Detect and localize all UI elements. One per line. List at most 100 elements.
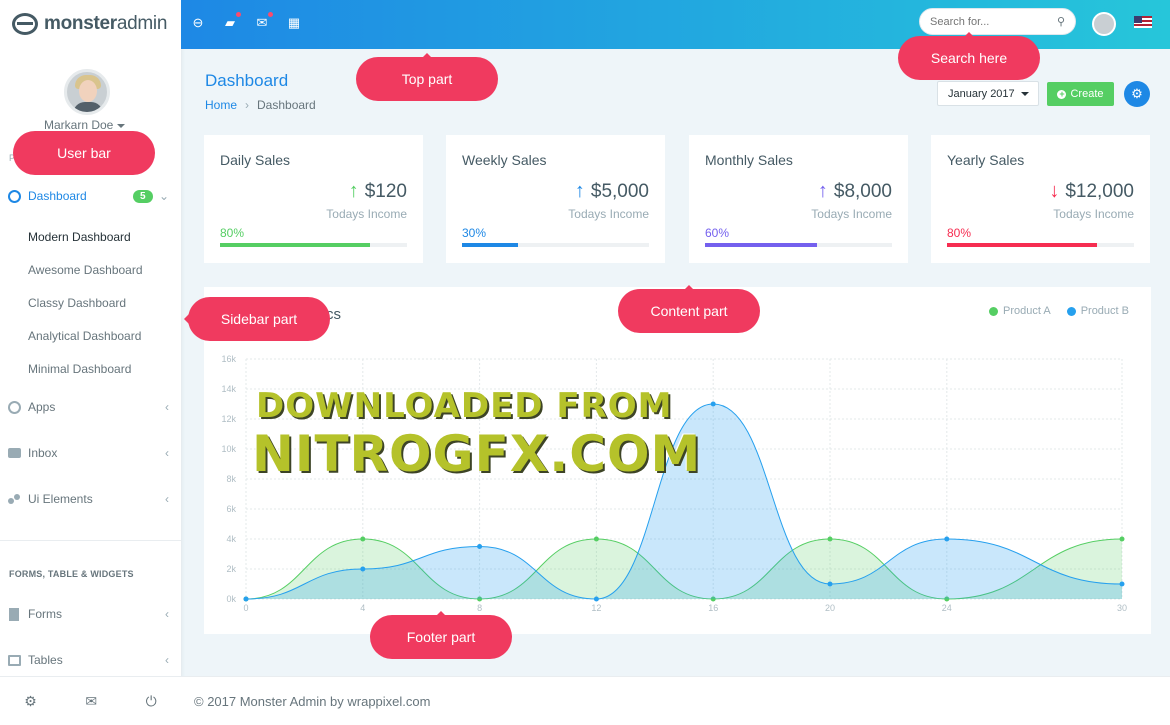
brand-name-light: admin [116,13,168,34]
chevron-left-icon: ‹ [165,400,169,414]
page-title: Dashboard [205,71,289,90]
y-tick-label: 16k [221,354,236,364]
legend-item-product-b: Product B [1066,305,1129,317]
settings-icon[interactable]: ⚙ [24,693,37,710]
stat-card-yearly: Yearly Sales ↓ $12,000 Todays Income 80% [931,135,1150,263]
y-tick-label: 10k [221,444,236,454]
arrow-up-icon: ↑ [348,180,359,202]
power-icon[interactable]: ⏻ [146,693,157,710]
x-tick-label: 24 [942,603,952,613]
card-subtitle: Todays Income [568,207,649,221]
forms-icon [9,607,19,621]
chevron-right-icon: › [245,98,250,112]
y-tick-label: 8k [226,474,236,484]
sidebar-item-tables[interactable]: Tables ‹ [8,653,173,667]
sidebar-item-label: Apps [28,400,56,414]
chevron-left-icon: ‹ [165,653,169,667]
callout-sidebar-part: Sidebar part [184,297,330,341]
footer: © 2017 Monster Admin by wrappixel.com [181,676,1170,725]
data-point [477,544,483,549]
mail-icon[interactable]: ✉ [85,693,97,710]
divider [0,540,181,541]
ui-elements-icon [8,493,21,506]
chevron-down-icon [1020,91,1029,96]
card-title: Monthly Sales [705,152,793,168]
month-select[interactable]: January 2017 [937,81,1039,106]
progress-bar [947,243,1134,247]
data-point [360,566,366,572]
sidebar-item-inbox[interactable]: Inbox ‹ [8,446,173,460]
card-amount: $12,000 [1065,180,1134,202]
avatar[interactable] [64,69,110,115]
sidebar: monsteradmin Markarn Doe P Dashboard 5 ⌄… [0,0,181,725]
logo-icon [12,13,38,35]
nav-section-label: FORMS, TABLE & WIDGETS [9,569,134,579]
sidebar-item-label: Inbox [28,446,58,460]
breadcrumb-home[interactable]: Home [205,98,237,112]
legend-item-product-a: Product A [988,305,1051,317]
arrow-up-icon: ↑ [574,180,585,202]
data-point [593,536,599,542]
x-tick-label: 16 [708,603,718,613]
data-point [593,596,599,602]
chevron-left-icon: ‹ [165,492,169,506]
card-percent: 30% [462,226,487,240]
message-icon[interactable]: ▰ [222,12,241,31]
card-amount: $120 [364,180,407,202]
card-subtitle: Todays Income [326,207,407,221]
sidebar-item-forms[interactable]: Forms ‹ [8,607,173,621]
card-percent: 60% [705,226,730,240]
grid-icon[interactable]: ▦ [286,15,302,31]
card-amount: $5,000 [590,180,649,202]
x-tick-label: 8 [477,603,482,613]
chevron-down-icon [117,123,126,128]
create-button[interactable]: + Create [1047,82,1114,106]
sidebar-subitem-modern-dashboard[interactable]: Modern Dashboard [28,230,131,244]
sidebar-subitem-minimal-dashboard[interactable]: Minimal Dashboard [28,362,131,376]
y-tick-label: 4k [226,534,236,544]
y-tick-label: 14k [221,384,236,394]
user-name: Markarn Doe [44,118,114,132]
mail-icon[interactable]: ✉ [254,12,273,31]
x-tick-label: 0 [243,603,248,613]
y-tick-label: 2k [226,564,236,574]
search-icon[interactable]: ⚲ [1057,15,1065,28]
plus-icon: + [1057,88,1067,99]
search-input[interactable] [930,15,1040,28]
logo[interactable]: monsteradmin [0,0,181,48]
settings-button[interactable]: ⚙ [1124,81,1150,107]
sidebar-item-label: Tables [28,653,63,667]
callout-content-part: Content part [618,285,760,333]
chevron-down-icon: ⌄ [158,189,169,203]
data-point [243,596,249,602]
sidebar-subitem-analytical-dashboard[interactable]: Analytical Dashboard [28,329,141,343]
breadcrumb: Home › Dashboard [205,98,316,112]
sidebar-item-label: Dashboard [28,189,87,203]
sidebar-item-ui-elements[interactable]: Ui Elements ‹ [8,492,173,506]
sidebar-subitem-classy-dashboard[interactable]: Classy Dashboard [28,296,126,310]
toggle-sidebar-icon[interactable]: ⊖ [190,15,206,31]
sidebar-subitem-awesome-dashboard[interactable]: Awesome Dashboard [28,263,143,277]
card-subtitle: Todays Income [1053,207,1134,221]
sidebar-item-label: Ui Elements [28,492,93,506]
user-menu[interactable]: Markarn Doe [44,118,126,132]
sidebar-item-apps[interactable]: Apps ‹ [8,400,173,414]
search-box: ⚲ [919,8,1076,35]
gauge-icon [8,189,21,203]
callout-search-here: Search here [898,32,1040,80]
stat-card-weekly: Weekly Sales ↑ $5,000 Todays Income 30% [446,135,665,263]
stat-card-daily: Daily Sales ↑ $120 Todays Income 80% [204,135,423,263]
x-tick-label: 20 [825,603,835,613]
us-flag-icon[interactable] [1134,16,1152,28]
chevron-left-icon: ‹ [165,607,169,621]
data-point [360,536,366,542]
card-title: Yearly Sales [947,152,1025,168]
brand-name-bold: monster [44,13,117,34]
breadcrumb-current: Dashboard [257,98,316,112]
sidebar-item-dashboard[interactable]: Dashboard 5 ⌄ [8,189,173,203]
x-tick-label: 30 [1117,603,1127,613]
stat-card-monthly: Monthly Sales ↑ $8,000 Todays Income 60% [689,135,908,263]
profile-avatar[interactable] [1092,12,1116,36]
y-tick-label: 6k [226,504,236,514]
progress-bar [462,243,649,247]
